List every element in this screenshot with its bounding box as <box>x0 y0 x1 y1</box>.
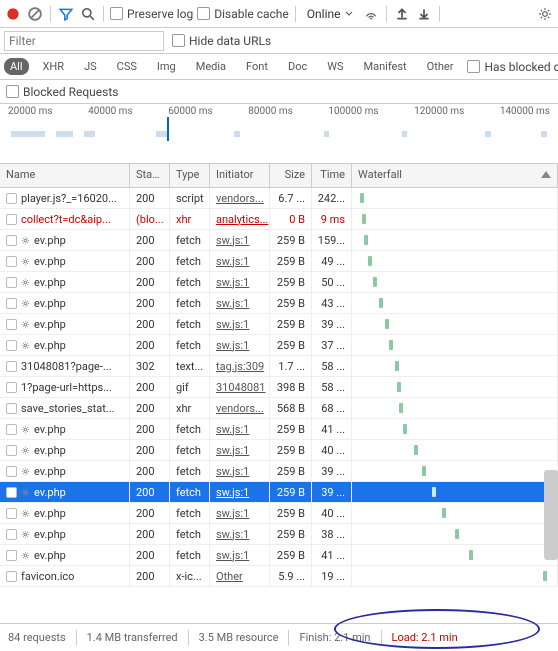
status-load: Load: 2.1 min <box>392 631 458 644</box>
type-filter-css[interactable]: CSS <box>111 58 143 75</box>
type-filter-doc[interactable]: Doc <box>282 58 313 75</box>
request-table-body: player.js?_=16020...200scriptvendors...6… <box>0 188 558 587</box>
table-row[interactable]: favicon.ico200x-ic...Other5.9 ...19 ... <box>0 566 558 587</box>
header-type[interactable]: Type <box>170 164 210 187</box>
blocked-bar: Blocked Requests <box>0 80 558 104</box>
filter-input[interactable] <box>4 31 164 51</box>
throttle-value: Online <box>307 7 341 21</box>
search-icon[interactable] <box>79 5 97 23</box>
table-row[interactable]: 31048081?page-...302text...tag.js:3091.7… <box>0 356 558 377</box>
type-filter-font[interactable]: Font <box>240 58 274 75</box>
upload-icon[interactable] <box>393 5 411 23</box>
preserve-log-label: Preserve log <box>127 7 193 21</box>
type-filter-img[interactable]: Img <box>151 58 182 75</box>
hide-data-urls-checkbox[interactable]: Hide data URLs <box>172 34 271 48</box>
table-row[interactable]: ev.php200fetchsw.js:1259 B41 ... <box>0 545 558 566</box>
table-row[interactable]: ev.php200fetchsw.js:1259 B49 ... <box>0 251 558 272</box>
status-transferred: 1.4 MB transferred <box>87 631 178 644</box>
timeline-ticks: 20000 ms40000 ms60000 ms80000 ms100000 m… <box>0 104 558 119</box>
status-requests: 84 requests <box>8 631 66 644</box>
filter-bar: Hide data URLs <box>0 28 558 54</box>
type-filter-xhr[interactable]: XHR <box>37 58 71 75</box>
type-filter-js[interactable]: JS <box>78 58 103 75</box>
timeline-overview[interactable]: 20000 ms40000 ms60000 ms80000 ms100000 m… <box>0 104 558 164</box>
download-icon[interactable] <box>415 5 433 23</box>
network-conditions-icon[interactable] <box>362 5 380 23</box>
top-toolbar: Preserve log Disable cache Online <box>0 0 558 28</box>
table-row[interactable]: ev.php200fetchsw.js:1259 B43 ... <box>0 293 558 314</box>
status-resources: 3.5 MB resource <box>199 631 279 644</box>
table-row[interactable]: ev.php200fetchsw.js:1259 B39 ... <box>0 314 558 335</box>
clear-icon[interactable] <box>26 5 44 23</box>
type-filter-bar: All XHR JS CSS Img Media Font Doc WS Manifest Othe… <box>0 54 558 80</box>
table-row[interactable]: ev.php200fetchsw.js:1259 B50 ... <box>0 272 558 293</box>
table-row[interactable]: ev.php200fetchsw.js:1259 B40 ... <box>0 440 558 461</box>
scrollbar-thumb[interactable] <box>544 470 558 560</box>
table-row[interactable]: save_stories_stat...200xhrvendors...568 … <box>0 398 558 419</box>
hide-data-urls-label: Hide data URLs <box>189 34 271 48</box>
table-row[interactable]: ev.php200fetchsw.js:1259 B37 ... <box>0 335 558 356</box>
type-filter-ws[interactable]: WS <box>321 58 349 75</box>
throttle-dropdown[interactable]: Online <box>302 4 358 24</box>
header-time[interactable]: Time <box>312 164 352 187</box>
status-bar: 84 requests 1.4 MB transferred 3.5 MB re… <box>0 623 558 651</box>
table-row[interactable]: ev.php200fetchsw.js:1259 B39 ... <box>0 461 558 482</box>
header-name[interactable]: Name <box>0 164 130 187</box>
status-finish: Finish: 2.1 min <box>299 631 370 644</box>
filter-icon[interactable] <box>57 5 75 23</box>
blocked-requests-checkbox[interactable]: Blocked Requests <box>6 85 118 99</box>
disable-cache-label: Disable cache <box>214 7 289 21</box>
column-headers: Name Stat... Type Initiator Size Time Wa… <box>0 164 558 188</box>
type-filter-other[interactable]: Other <box>421 58 460 75</box>
disable-cache-checkbox[interactable]: Disable cache <box>197 7 289 21</box>
header-size[interactable]: Size <box>270 164 312 187</box>
table-row[interactable]: ev.php200fetchsw.js:1259 B41 ... <box>0 419 558 440</box>
table-row[interactable]: ev.php200fetchsw.js:1259 B159... <box>0 230 558 251</box>
table-row[interactable]: collect?t=dc&aip...(blo...xhranalytics..… <box>0 209 558 230</box>
header-waterfall[interactable]: Waterfall <box>352 164 558 187</box>
table-row[interactable]: ev.php200fetchsw.js:1259 B39 ... <box>0 482 558 503</box>
has-blocked-cookies-checkbox[interactable]: Has blocked cookies <box>467 60 558 74</box>
table-row[interactable]: ev.php200fetchsw.js:1259 B40 ... <box>0 503 558 524</box>
record-icon[interactable] <box>4 5 22 23</box>
table-row[interactable]: 1?page-url=https...200gif31048081398 B58… <box>0 377 558 398</box>
type-filter-all[interactable]: All <box>4 58 29 75</box>
blocked-requests-label: Blocked Requests <box>23 85 118 99</box>
settings-icon[interactable] <box>536 5 554 23</box>
type-filter-manifest[interactable]: Manifest <box>358 58 413 75</box>
type-filter-media[interactable]: Media <box>190 58 232 75</box>
table-row[interactable]: ev.php200fetchsw.js:1259 B38 ... <box>0 524 558 545</box>
timeline-bars <box>0 119 558 143</box>
header-initiator[interactable]: Initiator <box>210 164 270 187</box>
sort-indicator-icon <box>541 171 551 178</box>
preserve-log-checkbox[interactable]: Preserve log <box>110 7 193 21</box>
header-status[interactable]: Stat... <box>130 164 170 187</box>
table-row[interactable]: player.js?_=16020...200scriptvendors...6… <box>0 188 558 209</box>
